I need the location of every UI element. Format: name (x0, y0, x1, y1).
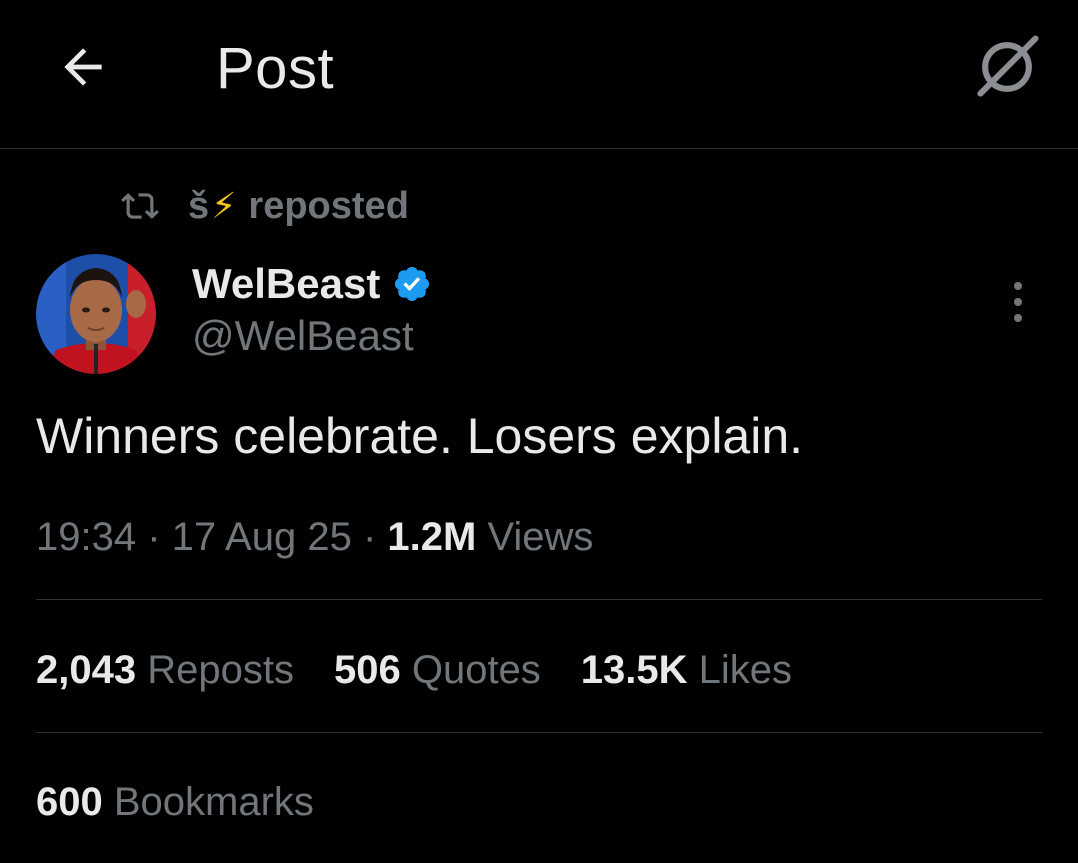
quotes-label: Quotes (400, 648, 541, 692)
post-time[interactable]: 19:34 (36, 515, 136, 559)
likes-label: Likes (687, 648, 793, 692)
verified-badge-icon (392, 264, 432, 304)
bookmarks-stat[interactable]: 600 Bookmarks (36, 774, 314, 830)
bookmarks-count: 600 (36, 780, 103, 824)
views-label: Views (476, 515, 594, 559)
grok-button[interactable] (966, 26, 1048, 108)
meta-separator: · (136, 515, 172, 559)
reposted-label: reposted (248, 184, 409, 227)
divider (36, 599, 1042, 600)
grok-icon (977, 35, 1039, 97)
more-options-button[interactable] (996, 276, 1040, 328)
quotes-count: 506 (333, 648, 401, 692)
post-meta: 19:34 · 17 Aug 25 · 1.2M Views (36, 510, 593, 564)
author-avatar[interactable] (36, 254, 156, 374)
reposts-label: Reposts (136, 648, 294, 692)
post-date[interactable]: 17 Aug 25 (172, 515, 352, 559)
back-button[interactable] (52, 36, 114, 98)
reposts-count: 2,043 (36, 648, 137, 692)
meta-separator: · (351, 515, 388, 559)
repost-context[interactable]: š ⚡ reposted (120, 180, 409, 232)
top-bar: Post (0, 0, 1078, 149)
bookmarks-label: Bookmarks (102, 780, 314, 824)
post-stats: 2,043 Reposts 506 Quotes 13.5K Likes (36, 642, 832, 698)
author-handle[interactable]: @WelBeast (192, 312, 414, 360)
more-vertical-icon (1014, 282, 1022, 322)
repost-icon (120, 186, 160, 226)
author-name[interactable]: WelBeast (192, 260, 380, 308)
reposts-stat[interactable]: 2,043 Reposts (36, 642, 294, 698)
views-count: 1.2M (387, 515, 477, 559)
likes-count: 13.5K (580, 648, 688, 692)
author-name-row: WelBeast (192, 258, 432, 310)
post-text: Winners celebrate. Losers explain. (36, 408, 804, 464)
page-title: Post (216, 36, 335, 101)
likes-stat[interactable]: 13.5K Likes (581, 642, 792, 698)
reposter-name[interactable]: š (188, 185, 209, 228)
arrow-left-icon (64, 48, 102, 86)
divider (36, 732, 1042, 733)
lightning-emoji: ⚡ (211, 185, 237, 226)
quotes-stat[interactable]: 506 Quotes (334, 642, 541, 698)
